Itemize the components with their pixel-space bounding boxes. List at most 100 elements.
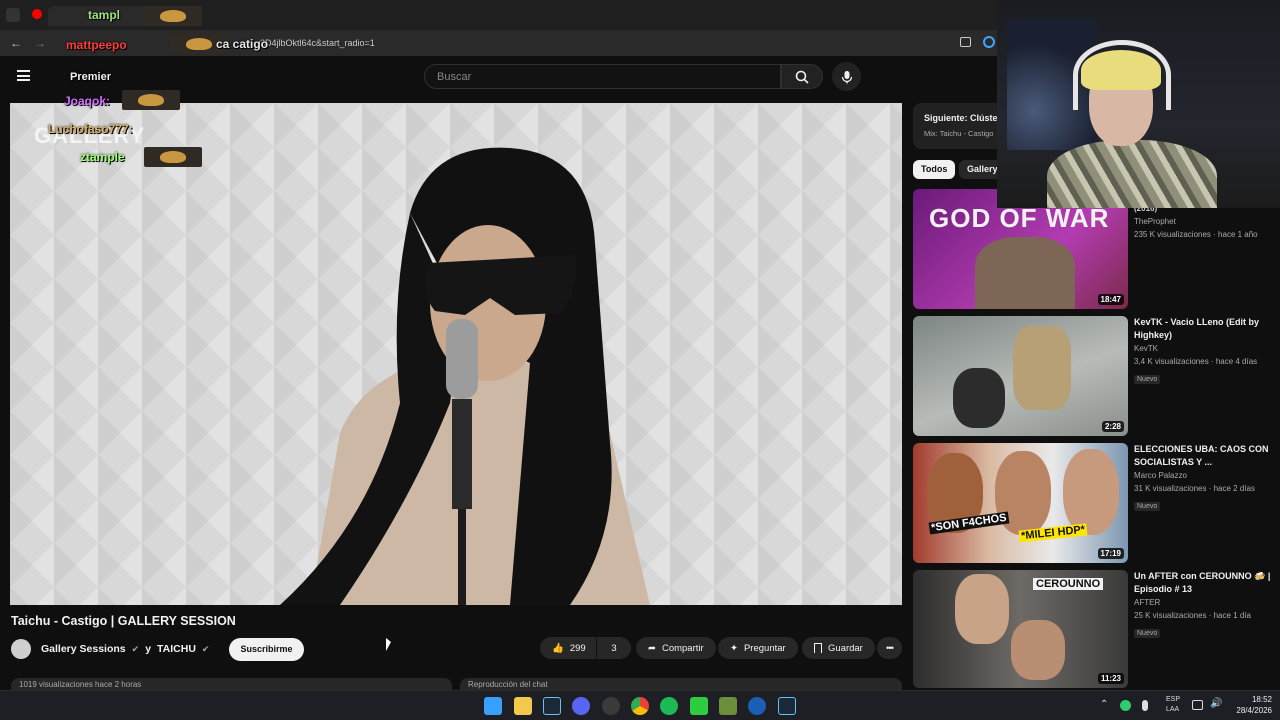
streamer-webcam xyxy=(997,0,1280,208)
channel-avatar[interactable] xyxy=(11,639,31,659)
like-button[interactable]: 👍 299 xyxy=(540,637,596,659)
collab-channel-name[interactable]: TAICHU xyxy=(157,643,196,655)
thumbnail-figure xyxy=(955,574,1009,644)
video-channel[interactable]: KevTK xyxy=(1134,342,1274,355)
search-button[interactable] xyxy=(781,64,823,89)
browser-tab-bar: tampl xyxy=(0,0,1000,30)
channel-name[interactable]: Gallery Sessions xyxy=(41,643,126,655)
video-duration: 11:23 xyxy=(1097,673,1124,684)
forward-arrow-icon[interactable]: → xyxy=(34,36,46,50)
url-text[interactable]: 3D4jlbOktl64c&start_radio=1 xyxy=(260,38,375,48)
language-top[interactable]: ESP xyxy=(1166,696,1180,703)
video-thumbnail[interactable]: *SON F4CHOS *MILEI HDP* 17:19 xyxy=(913,443,1128,563)
share-button[interactable]: ➦ Compartir xyxy=(636,637,716,659)
video-title[interactable]: ELECCIONES UBA: CAOS CON SOCIALISTAS Y .… xyxy=(1134,443,1274,469)
obs-icon[interactable] xyxy=(690,697,708,715)
clock-time[interactable]: 18:52 xyxy=(1232,695,1272,704)
cast-icon[interactable] xyxy=(960,37,971,47)
chat-message: Joaqok: xyxy=(64,94,111,108)
video-frame-image xyxy=(10,103,902,605)
chat-message: tampl xyxy=(88,8,121,22)
microphone-icon[interactable] xyxy=(1142,700,1148,711)
sparkle-icon: ✦ xyxy=(730,642,738,654)
new-badge: Nuevo xyxy=(1134,375,1161,384)
file-explorer-icon[interactable] xyxy=(514,697,532,715)
thumbnail-figure xyxy=(953,368,1005,428)
discord-icon[interactable] xyxy=(572,697,590,715)
video-thumbnail[interactable]: CEROUNNO 11:23 xyxy=(913,570,1128,688)
ask-button[interactable]: ✦ Preguntar xyxy=(718,637,798,659)
collab-joiner: y xyxy=(145,643,152,655)
chevron-up-icon[interactable]: ⌃ xyxy=(1100,699,1108,710)
network-icon[interactable] xyxy=(1192,700,1203,710)
speaker-icon[interactable]: 🔊 xyxy=(1210,698,1222,709)
tray-app-icon[interactable] xyxy=(1120,700,1131,711)
thumbs-up-icon: 👍 xyxy=(552,642,564,654)
thumbnail-figure xyxy=(1013,326,1071,410)
chrome-icon[interactable] xyxy=(631,697,649,715)
thumbnail-text: CEROUNNO xyxy=(1033,578,1104,590)
description-card[interactable]: 1019 visualizaciones hace 2 horas xyxy=(11,678,452,690)
windows-start-icon[interactable] xyxy=(484,697,502,715)
chip-todos[interactable]: Todos xyxy=(913,160,956,179)
video-stats: 235 K visualizaciones · hace 1 año xyxy=(1134,230,1258,239)
share-arrow-icon: ➦ xyxy=(648,642,656,654)
ask-label: Preguntar xyxy=(743,642,786,654)
new-badge: Nuevo xyxy=(1134,629,1161,638)
video-channel[interactable]: Marco Palazzo xyxy=(1134,469,1274,482)
app-icon[interactable] xyxy=(748,697,766,715)
subscribe-button[interactable]: Suscribirme xyxy=(229,637,304,661)
extension-icon[interactable] xyxy=(983,36,995,48)
video-meta: KevTK - Vacio LLeno (Edit by Highkey) Ke… xyxy=(1134,316,1274,386)
emote-image xyxy=(144,147,202,167)
emote-image xyxy=(122,90,180,110)
mouse-cursor xyxy=(386,638,391,651)
chat-message: mattpeepo xyxy=(66,38,127,52)
windows-taskbar: ⌃ ESP LAA 🔊 18:52 28/4/2026 xyxy=(0,690,1280,720)
back-arrow-icon[interactable]: ← xyxy=(10,36,22,50)
voice-search-button[interactable] xyxy=(832,62,861,91)
chat-replay-card[interactable]: Reproducción del chat xyxy=(460,678,902,690)
video-stats: 25 K visualizaciones · hace 1 día xyxy=(1134,611,1251,620)
video-title[interactable]: KevTK - Vacio LLeno (Edit by Highkey) xyxy=(1134,316,1274,342)
minecraft-icon[interactable] xyxy=(719,697,737,715)
more-dots-icon: ••• xyxy=(886,642,894,654)
dislike-count: 3 xyxy=(611,642,617,654)
address-bar-row: ← → 3D4jlbOktl64c&start_radio=1 xyxy=(0,30,1000,56)
steam-icon[interactable] xyxy=(778,697,796,715)
video-stats: 31 K visualizaciones · hace 2 días xyxy=(1134,484,1255,493)
youtube-premium-logo[interactable]: Premier xyxy=(70,71,111,83)
video-thumbnail[interactable]: 2:28 xyxy=(913,316,1128,436)
search-input[interactable]: Buscar xyxy=(424,64,781,89)
chat-message: Luchofaso777: xyxy=(48,122,133,136)
more-actions-button[interactable]: ••• xyxy=(877,637,902,659)
video-title[interactable]: Un AFTER con CEROUNNO 🍻 | Episodio # 13 xyxy=(1134,570,1274,596)
save-button[interactable]: Guardar xyxy=(802,637,875,659)
video-channel[interactable]: TheProphet xyxy=(1134,215,1274,228)
spotify-icon[interactable] xyxy=(660,697,678,715)
video-channel[interactable]: AFTER xyxy=(1134,596,1274,609)
settings-icon[interactable] xyxy=(602,697,620,715)
tab-list-chevron-icon[interactable] xyxy=(6,8,20,22)
thumbnail-figure xyxy=(975,237,1075,309)
clock-date[interactable]: 28/4/2026 xyxy=(1224,706,1272,715)
video-stats: 3,4 K visualizaciones · hace 4 días xyxy=(1134,357,1258,366)
language-bottom[interactable]: LAA xyxy=(1166,706,1179,713)
bookmark-icon xyxy=(814,643,822,653)
like-count: 299 xyxy=(569,642,586,654)
video-duration: 17:19 xyxy=(1097,548,1124,559)
emote-image xyxy=(144,6,202,26)
steam-icon[interactable] xyxy=(543,697,561,715)
video-player[interactable]: GALLERY xyxy=(10,103,902,605)
verified-icon: ✔ xyxy=(131,643,140,654)
dislike-button[interactable]: 3 xyxy=(597,637,631,659)
channel-row: Gallery Sessions ✔ y TAICHU ✔ Suscribirm… xyxy=(11,637,304,661)
chat-message: ca catigo xyxy=(216,37,269,51)
next-up-panel[interactable] xyxy=(913,103,1003,149)
headphones xyxy=(1073,40,1171,110)
below-video-cards: 1019 visualizaciones hace 2 horas Reprod… xyxy=(11,678,902,690)
mix-label: Mix: Taichu - Castigo xyxy=(924,129,994,138)
video-duration: 2:28 xyxy=(1101,421,1124,432)
save-label: Guardar xyxy=(828,642,863,654)
video-duration: 18:47 xyxy=(1097,294,1124,305)
